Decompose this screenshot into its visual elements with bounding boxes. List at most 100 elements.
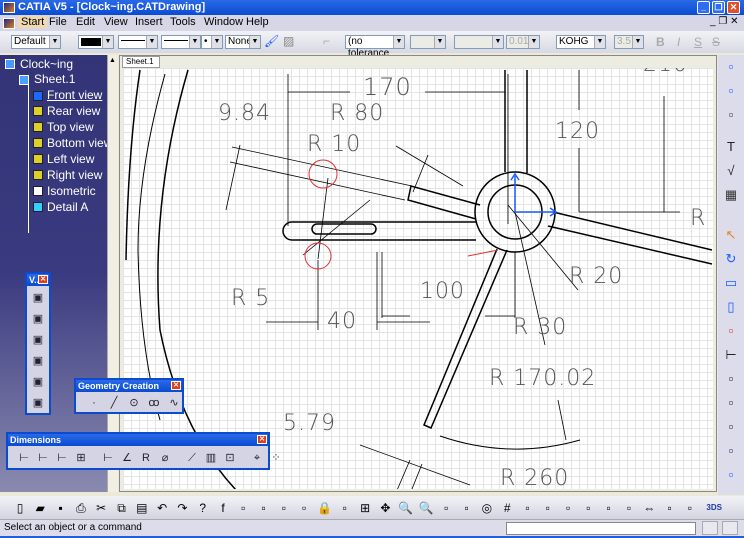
menu-insert[interactable]: Insert	[135, 16, 163, 28]
dimension-icon[interactable]: ⊢	[723, 347, 739, 363]
zoom-in-icon[interactable]: 🔍	[398, 500, 414, 516]
views-icon[interactable]: ▣	[30, 290, 46, 306]
menu-view[interactable]: View	[104, 16, 128, 28]
point-type-select[interactable]: • ▼	[201, 35, 223, 49]
dim-170[interactable]: 170	[363, 73, 412, 101]
menu-edit[interactable]: Edit	[76, 16, 95, 28]
cumulated-dim-icon[interactable]: ⊢	[54, 450, 70, 466]
hide-icon[interactable]: ▫	[459, 500, 475, 516]
thread-dim-icon[interactable]: ▥	[203, 450, 219, 466]
instance-icon[interactable]: ▫	[723, 323, 739, 339]
dim-40[interactable]: 40	[327, 309, 357, 334]
analysis-icon[interactable]: ▫	[723, 467, 739, 483]
tree-right-view[interactable]: Right view	[47, 168, 107, 182]
break-view-icon[interactable]: ▣	[30, 395, 46, 411]
catia-logo-icon[interactable]: 3DS	[702, 500, 726, 516]
dimensions-icon[interactable]: ⊢	[16, 450, 32, 466]
angle-dim-icon[interactable]: ∠	[119, 450, 135, 466]
line-thickness-select[interactable]: ▼	[118, 35, 158, 49]
power-input-button[interactable]	[722, 521, 738, 535]
dim-r10[interactable]: R 10	[307, 132, 361, 157]
toolbar-title[interactable]: Geometry Creation ✕	[76, 380, 182, 392]
cut-icon[interactable]: ✂	[93, 500, 109, 516]
copy-icon[interactable]: ⧉	[114, 500, 130, 516]
tolerance-select[interactable]: (no tolerance ▼	[345, 35, 405, 59]
clippings-icon[interactable]: ▣	[30, 374, 46, 390]
anchor-point-icon[interactable]: ⌐	[323, 34, 330, 48]
knowledge-icon[interactable]: ▫	[256, 500, 272, 516]
analysis-icon[interactable]: ▫	[540, 500, 556, 516]
toolbar-title[interactable]: V... ✕	[27, 274, 49, 286]
undo-icon[interactable]: ↶	[154, 500, 170, 516]
tree-root[interactable]: Clock~ing	[20, 57, 73, 71]
italic-button[interactable]: I	[677, 35, 680, 49]
stacked-dim-icon[interactable]: ⊞	[73, 450, 89, 466]
redo-icon[interactable]: ↷	[174, 500, 190, 516]
dim-5-79[interactable]: 5.79	[283, 411, 336, 436]
table-icon[interactable]: ▦	[723, 187, 739, 203]
dim-r170-02[interactable]: R 170.02	[489, 366, 596, 391]
chamfer-dim-icon[interactable]: ⟋	[184, 450, 200, 466]
sketch-icon[interactable]: ▫	[601, 500, 617, 516]
update-icon[interactable]: ↻	[723, 251, 739, 267]
select-icon[interactable]: ↖	[723, 227, 739, 243]
new-icon[interactable]: ▯	[12, 500, 28, 516]
bold-button[interactable]: B	[656, 35, 665, 49]
rotate-icon[interactable]: ◎	[479, 500, 495, 516]
menu-help[interactable]: Help	[246, 16, 269, 28]
tree-icon[interactable]: ▫	[296, 500, 312, 516]
menu-file[interactable]: File	[49, 16, 67, 28]
text-icon[interactable]: T	[723, 139, 739, 155]
tree-detail-a[interactable]: Detail A	[47, 200, 107, 214]
tree-sheet[interactable]: Sheet.1	[34, 72, 75, 86]
new-view-icon[interactable]: ▯	[723, 299, 739, 315]
catalog-icon[interactable]: ▫	[235, 500, 251, 516]
drawing-icon[interactable]: ▫	[723, 83, 739, 99]
line-icon[interactable]: ╱	[106, 395, 122, 411]
fit-all-icon[interactable]: ⊞	[357, 500, 373, 516]
font-select[interactable]: KOHG ▼	[556, 35, 606, 49]
toolbar-title[interactable]: Dimensions ✕	[8, 434, 268, 446]
dim-9-84[interactable]: 9.84	[218, 101, 271, 126]
formula-icon[interactable]: f	[215, 500, 231, 516]
close-icon[interactable]: ✕	[38, 275, 48, 284]
menu-start[interactable]: Start	[18, 16, 48, 28]
drawing-canvas[interactable]: 170 9.84 R 80 R 10 120 R R 20 R 30 R 5 1…	[123, 68, 713, 489]
strikethrough-button[interactable]: S	[712, 35, 720, 49]
coordinate-dim-icon[interactable]: ⊡	[222, 450, 238, 466]
details-icon[interactable]: ▣	[30, 353, 46, 369]
tab-sheet-1[interactable]: Sheet.1	[122, 56, 160, 68]
dim-r5[interactable]: R 5	[231, 286, 270, 311]
minimize-button[interactable]: _	[697, 1, 710, 14]
profile-icon[interactable]: ꝏ	[146, 395, 162, 411]
cancel-command-button[interactable]	[702, 521, 718, 535]
dim-100[interactable]: 100	[420, 279, 465, 304]
hole-table-icon[interactable]: ⌖	[249, 450, 265, 466]
circle-icon[interactable]: ⊙	[126, 395, 142, 411]
dim-210[interactable]: 210	[643, 68, 688, 77]
axis-icon[interactable]: ▫	[723, 107, 739, 123]
grid-icon[interactable]: #	[499, 500, 515, 516]
tree-isometric-view[interactable]: Isometric	[47, 184, 107, 198]
render-icon[interactable]: ▫	[723, 443, 739, 459]
dim-r80[interactable]: R 80	[330, 101, 384, 126]
command-input[interactable]	[506, 522, 696, 535]
dim-120[interactable]: 120	[555, 119, 600, 144]
tools-icon[interactable]: ▫	[337, 500, 353, 516]
precision-select[interactable]: 0.010 ▼	[506, 35, 540, 49]
tree-rear-view[interactable]: Rear view	[47, 104, 107, 118]
menu-tools[interactable]: Tools	[170, 16, 196, 28]
snap-icon[interactable]: ▫	[520, 500, 536, 516]
dim-r260[interactable]: R 260	[500, 466, 569, 489]
close-icon[interactable]: ✕	[171, 381, 181, 390]
layer-icon[interactable]: ▫	[560, 500, 576, 516]
paintbrush-icon[interactable]: 🖌	[264, 34, 279, 48]
font-size-select[interactable]: 3.5 ▼	[614, 35, 644, 49]
tolerance-value-select[interactable]: ▼	[410, 35, 446, 49]
sections-icon[interactable]: ▣	[30, 332, 46, 348]
paste-icon[interactable]: ▤	[134, 500, 150, 516]
tree-left-view[interactable]: Left view	[47, 152, 107, 166]
tree-scrollbar[interactable]: ▲	[107, 55, 118, 492]
length-dim-icon[interactable]: ⊢	[100, 450, 116, 466]
tree-bottom-view[interactable]: Bottom view	[47, 136, 107, 150]
